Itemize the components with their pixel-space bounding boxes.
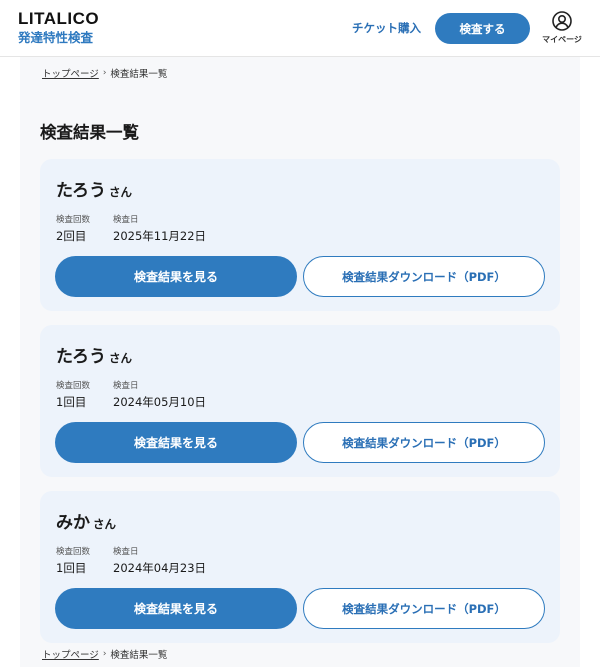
- name-suffix: さん: [108, 351, 132, 365]
- date-value: 2024年04月23日: [113, 561, 207, 575]
- breadcrumb-current: 検査結果一覧: [110, 650, 168, 661]
- date-label: 検査日: [113, 547, 139, 557]
- breadcrumb: トップページ › 検査結果一覧: [42, 66, 167, 80]
- breadcrumb-separator-icon: ›: [102, 649, 107, 659]
- date-label: 検査日: [113, 381, 139, 391]
- breadcrumb-home-link[interactable]: トップページ: [42, 647, 99, 661]
- ticket-purchase-link[interactable]: チケット購入: [352, 20, 421, 36]
- card-name: みか さん: [56, 508, 116, 533]
- name-suffix: さん: [108, 185, 132, 199]
- main-content: トップページ › 検査結果一覧 検査結果一覧 たろう さん 検査回数 検査日 2…: [20, 57, 580, 667]
- breadcrumb-footer: トップページ › 検査結果一覧: [42, 647, 167, 661]
- result-card: たろう さん 検査回数 検査日 1回目 2024年05月10日 検査結果を見る …: [40, 325, 560, 477]
- count-value: 2回目: [56, 229, 87, 243]
- child-name: みか: [56, 513, 90, 533]
- logo[interactable]: LITALICO 発達特性検査: [18, 10, 99, 46]
- card-name: たろう さん: [56, 176, 132, 201]
- view-result-button[interactable]: 検査結果を見る: [55, 588, 297, 629]
- result-card: たろう さん 検査回数 検査日 2回目 2025年11月22日 検査結果を見る …: [40, 159, 560, 311]
- child-name: たろう: [56, 181, 106, 201]
- name-suffix: さん: [93, 517, 116, 531]
- date-value: 2025年11月22日: [113, 229, 207, 243]
- count-label: 検査回数: [56, 381, 91, 391]
- page-title: 検査結果一覧: [40, 123, 139, 142]
- card-name: たろう さん: [56, 342, 132, 367]
- date-value: 2024年05月10日: [113, 395, 207, 409]
- count-label: 検査回数: [56, 547, 91, 557]
- start-exam-button[interactable]: 検査する: [435, 13, 530, 44]
- count-label: 検査回数: [56, 215, 91, 225]
- site-header: LITALICO 発達特性検査 チケット購入 検査する マイページ: [0, 0, 600, 57]
- view-result-button[interactable]: 検査結果を見る: [55, 422, 297, 463]
- result-card: みか さん 検査回数 検査日 1回目 2024年04月23日 検査結果を見る 検…: [40, 491, 560, 643]
- download-pdf-button[interactable]: 検査結果ダウンロード（PDF）: [303, 256, 545, 297]
- user-circle-icon: [552, 11, 572, 31]
- count-value: 1回目: [56, 395, 87, 409]
- breadcrumb-current: 検査結果一覧: [110, 69, 168, 80]
- child-name: たろう: [56, 347, 106, 367]
- view-result-button[interactable]: 検査結果を見る: [55, 256, 297, 297]
- mypage-link[interactable]: マイページ: [540, 11, 584, 45]
- download-pdf-button[interactable]: 検査結果ダウンロード（PDF）: [303, 588, 545, 629]
- download-pdf-button[interactable]: 検査結果ダウンロード（PDF）: [303, 422, 545, 463]
- logo-subtitle: 発達特性検査: [18, 30, 94, 45]
- date-label: 検査日: [113, 215, 139, 225]
- breadcrumb-home-link[interactable]: トップページ: [42, 66, 99, 80]
- count-value: 1回目: [56, 561, 87, 575]
- mypage-label: マイページ: [542, 35, 582, 44]
- breadcrumb-separator-icon: ›: [102, 68, 107, 78]
- logo-text: LITALICO: [18, 9, 100, 28]
